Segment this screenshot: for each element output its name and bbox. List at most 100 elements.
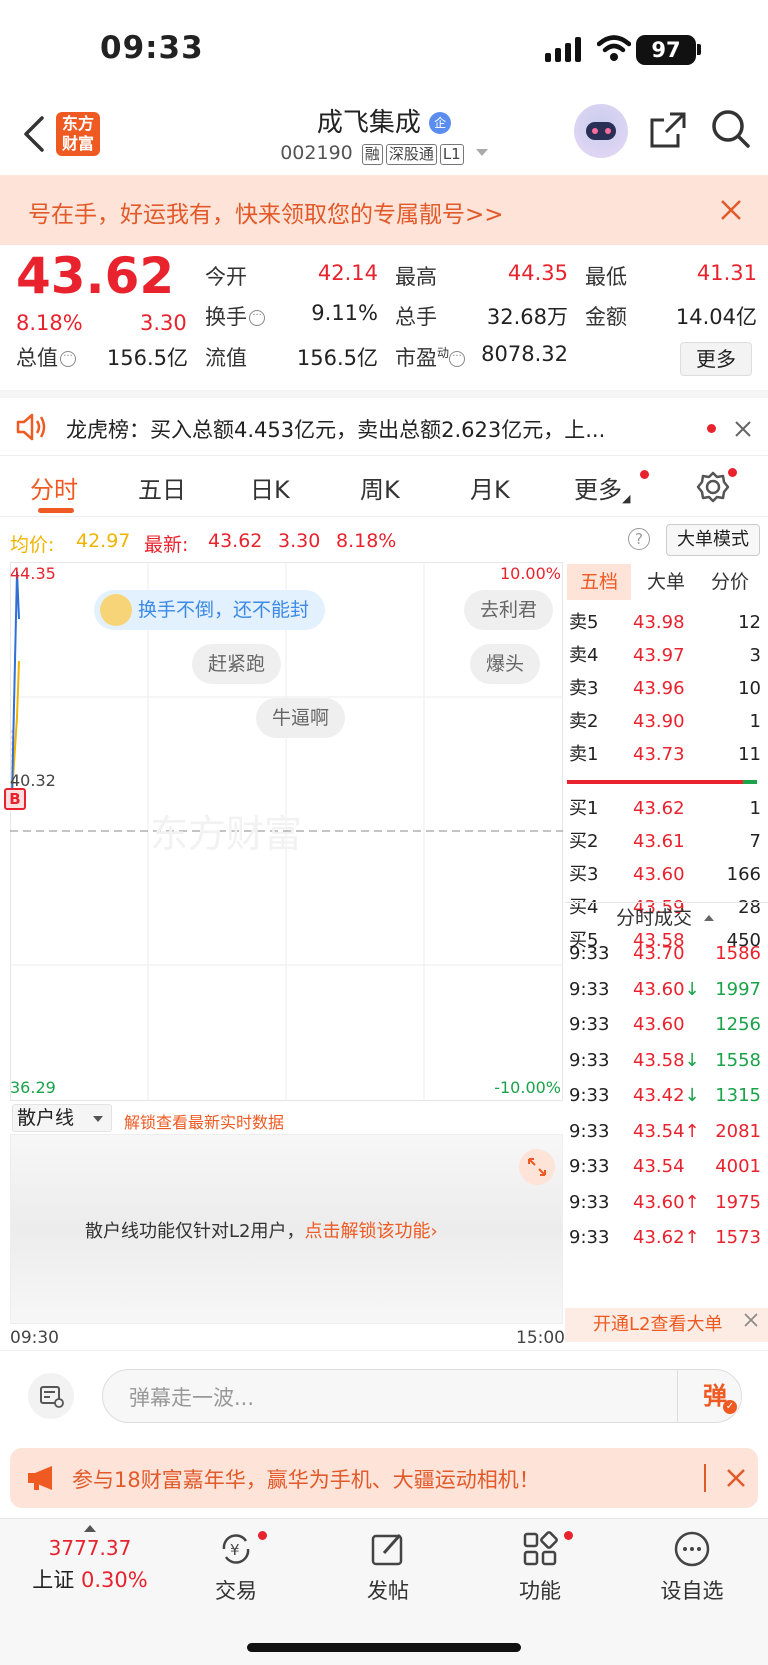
avg-value: 42.97 (76, 530, 131, 552)
nav-trade[interactable]: ¥ 交易 (186, 1529, 286, 1605)
index-pct: 0.30% (80, 1568, 148, 1592)
market-cap-label[interactable]: 总值 ··· (16, 342, 76, 372)
intraday-chart[interactable]: 东方财富 44.35 40.32 36.29 10.00% -10.00% B … (4, 562, 563, 1102)
nav-functions[interactable]: 功能 (490, 1529, 590, 1605)
tab-five-levels[interactable]: 五档 (567, 564, 631, 600)
close-icon[interactable] (734, 420, 752, 438)
close-icon[interactable] (720, 199, 742, 221)
sell-level-row[interactable]: 卖1 43.73 11 (565, 738, 765, 771)
tick-time: 9:33 (569, 1049, 610, 1071)
activity-banner[interactable]: 参与18财富嘉年华，赢华为手机、大疆运动相机！ (10, 1448, 758, 1508)
close-icon[interactable] (743, 1312, 759, 1328)
battery-cap (697, 44, 701, 55)
tab-intraday[interactable]: 分时 (30, 470, 78, 505)
y-low-label: 36.29 (10, 1078, 56, 1097)
tab-big-orders[interactable]: 大单 (647, 564, 685, 600)
tick-arrow: ↑ (684, 1191, 700, 1213)
buy-level-row[interactable]: 买2 43.61 7 (565, 825, 765, 858)
wifi-icon (597, 35, 631, 61)
high-value: 44.35 (507, 261, 568, 285)
buy-level-row[interactable]: 买3 43.60 166 (565, 858, 765, 891)
index-quote[interactable]: 3777.37 上证 0.30% (20, 1525, 160, 1594)
level-volume: 12 (738, 612, 761, 633)
expand-icon[interactable] (519, 1149, 555, 1185)
tick-time: 9:33 (569, 1014, 610, 1035)
help-icon[interactable]: ? (628, 528, 650, 550)
enterprise-badge: 企 (429, 112, 452, 134)
sell-level-row[interactable]: 卖4 43.97 3 (565, 639, 765, 672)
tick-time: 9:33 (569, 1191, 610, 1213)
close-icon[interactable] (726, 1468, 746, 1488)
nav-add-watchlist[interactable]: 设自选 (642, 1529, 742, 1605)
buy-pressure-bar (743, 780, 757, 784)
pct-low-label: -10.00% (494, 1078, 561, 1097)
tick-volume: 1997 (715, 978, 761, 1000)
unlock-link[interactable]: 点击解锁该功能› (304, 1221, 437, 1242)
float-cap-label: 流值 (205, 346, 247, 370)
sell-level-row[interactable]: 卖2 43.90 1 (565, 705, 765, 738)
divider (704, 1464, 706, 1492)
tick-row: 9:33 43.70 1586 (565, 936, 765, 971)
tab-weekly-k[interactable]: 周K (360, 470, 400, 505)
danmaku-bubble[interactable]: 赶紧跑 (192, 644, 282, 684)
more-button[interactable]: 更多 (680, 342, 752, 376)
tick-price: 43.62↑ (633, 1227, 700, 1248)
level-price: 43.98 (633, 612, 685, 633)
status-bar: 09:33 97 (0, 0, 768, 100)
tick-volume: 1975 (715, 1191, 761, 1213)
tab-price-split[interactable]: 分价 (711, 564, 749, 600)
sell-level-row[interactable]: 卖3 43.96 10 (565, 672, 765, 705)
search-icon[interactable] (710, 108, 752, 150)
ticks-title[interactable]: 分时成交 (565, 902, 765, 934)
tick-arrow: ↓ (684, 1085, 700, 1106)
nav-post[interactable]: 发帖 (338, 1529, 438, 1605)
danmaku-list-icon[interactable] (28, 1373, 74, 1419)
share-icon[interactable] (648, 110, 688, 150)
buy-level-row[interactable]: 买1 43.62 1 (565, 792, 765, 825)
tab-more[interactable]: 更多◢ (574, 470, 630, 505)
tick-volume: 2081 (715, 1120, 761, 1142)
sell-level-row[interactable]: 卖5 43.98 12 (565, 606, 765, 639)
tick-row: 9:33 43.54 4001 (565, 1149, 765, 1184)
chart-tabs: 分时 五日 日K 周K 月K 更多◢ (0, 455, 768, 517)
dropdown-icon (475, 149, 488, 156)
tick-price: 43.60 (633, 1014, 685, 1035)
danmaku-bubble[interactable]: 去利君 (464, 590, 554, 630)
danmaku-bubble[interactable]: 爆头 (470, 644, 541, 684)
tab-daily-k[interactable]: 日K (250, 470, 290, 505)
low-value: 41.31 (696, 261, 757, 285)
amount-value: 14.04亿 (675, 305, 757, 329)
danmaku-input[interactable]: 弹幕走一波... 弹 ✓ (102, 1369, 742, 1423)
robot-avatar-icon[interactable] (574, 104, 628, 158)
tab-monthly-k[interactable]: 月K (470, 470, 510, 505)
volume-label: 总手 (395, 305, 437, 329)
battery-icon: 97 (636, 35, 696, 65)
level-volume: 7 (749, 831, 761, 852)
big-order-mode-button[interactable]: 大单模式 (666, 524, 760, 556)
tab-five-day[interactable]: 五日 (138, 470, 186, 505)
order-book: 五档 大单 分价 卖5 43.98 12 卖4 43.97 3 卖3 43.96 10 卖2 43.… (565, 562, 768, 1342)
danmaku-bubble[interactable]: 牛逼啊 (256, 698, 346, 738)
tab-underline (38, 508, 74, 513)
danmaku-send-button[interactable]: 弹 ✓ (695, 1376, 737, 1416)
level-label: 卖4 (569, 645, 599, 666)
settings-gear-icon[interactable] (696, 470, 730, 504)
level-label: 买2 (569, 831, 599, 852)
turnover-label[interactable]: 换手 ··· (205, 301, 265, 331)
unread-dot (707, 424, 716, 433)
buy-marker[interactable]: B (4, 788, 26, 810)
retail-line-select[interactable]: 散户线 (12, 1104, 112, 1132)
open-label: 今开 (205, 265, 247, 289)
tick-volume: 1315 (715, 1085, 761, 1106)
unlock-hint[interactable]: 解锁查看最新实时数据 (124, 1109, 284, 1133)
more-dots-icon: ··· (60, 351, 76, 367)
danmaku-bubble[interactable]: 换手不倒，还不能封 (94, 590, 326, 630)
market-cap-value: 156.5亿 (106, 346, 188, 370)
level-label: 卖2 (569, 711, 599, 732)
dragon-tiger-bar[interactable]: 龙虎榜：买入总额4.453亿元，卖出总额2.623亿元，上... (0, 390, 768, 454)
l2-promo[interactable]: 开通L2查看大单 (565, 1308, 768, 1342)
divider (677, 1370, 678, 1422)
pe-label[interactable]: 市盈动 ··· (395, 342, 466, 372)
promo-banner[interactable]: 号在手，好运我有，快来领取您的专属靓号>> (0, 175, 768, 245)
level-price: 43.60 (633, 864, 685, 885)
